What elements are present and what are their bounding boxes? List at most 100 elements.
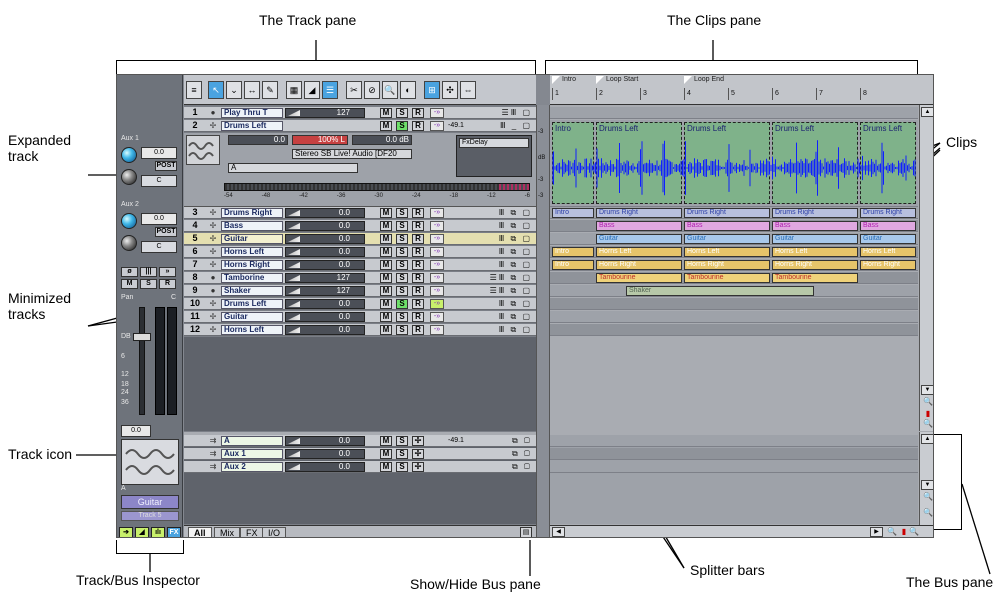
snap-icon[interactable]: ⊞: [424, 81, 440, 99]
bus-interleave-icon[interactable]: ✢: [412, 462, 424, 472]
record-button[interactable]: R: [412, 121, 424, 131]
solo-button[interactable]: S: [396, 221, 408, 231]
record-button[interactable]: R: [412, 247, 424, 257]
scrub-tool-icon[interactable]: ◐: [400, 81, 416, 99]
clip[interactable]: Horns Right: [596, 260, 682, 270]
clip[interactable]: Drums Right: [772, 208, 858, 218]
aux2-pan-knob[interactable]: [121, 235, 137, 251]
track-row[interactable]: 10 ✢ Drums Left 0.0 M S R -» Ⅲ ⧉ ▢: [184, 298, 536, 310]
track-icon[interactable]: [121, 439, 179, 485]
tab-mix[interactable]: Mix: [214, 527, 240, 537]
track-row[interactable]: 7 ✢ Horns Right 0.0 M S R -» Ⅲ ⧉ ▢: [184, 259, 536, 271]
clip[interactable]: Guitar: [596, 234, 682, 244]
clip-lane[interactable]: Tambourine Tambourine Tambourine: [550, 272, 918, 284]
clip[interactable]: Tambourine: [772, 273, 858, 283]
track-row[interactable]: 5 ✢ Guitar 0.0 M S R -» Ⅲ ⧉ ▢: [184, 233, 536, 245]
bus-vertical-scrollbar[interactable]: ▲ ▼ 🔍 🔍: [919, 432, 933, 525]
expanded-pan[interactable]: 100% L: [292, 135, 348, 145]
record-button[interactable]: R: [412, 299, 424, 309]
track-name[interactable]: Shaker: [221, 286, 283, 296]
clip[interactable]: Guitar: [772, 234, 858, 244]
crosshair-icon[interactable]: ✣: [442, 81, 458, 99]
bus-volume[interactable]: 0.0: [285, 462, 365, 472]
input-echo-icon[interactable]: -»: [430, 325, 444, 335]
record-button[interactable]: R: [412, 312, 424, 322]
bus-row[interactable]: ⇉ A 0.0 M S ✢ -49.1 ⧉ ▢: [184, 435, 536, 447]
solo-button[interactable]: S: [396, 247, 408, 257]
input-echo-icon[interactable]: -»: [430, 286, 444, 296]
clip[interactable]: Drums Right: [684, 208, 770, 218]
track-name[interactable]: Drums Right: [221, 208, 283, 218]
fx-delay[interactable]: FxDelay: [459, 138, 529, 148]
input-echo-icon[interactable]: -»: [430, 108, 444, 118]
bus-scroll-down-icon[interactable]: ▼: [921, 480, 933, 490]
track-volume[interactable]: 127: [285, 286, 365, 296]
track-row[interactable]: 1 ● Play Thru T 127 M S R -» ☰Ⅲ ▢: [184, 107, 536, 119]
record-button[interactable]: R: [412, 208, 424, 218]
bus-solo-button[interactable]: S: [396, 449, 408, 459]
track-name[interactable]: Tamborine: [221, 273, 283, 283]
scroll-up-icon[interactable]: ▲: [921, 107, 933, 117]
expanded-gain[interactable]: 0.0 dB: [352, 135, 412, 145]
clip[interactable]: Guitar: [684, 234, 770, 244]
splitter-bar[interactable]: -3 dB -3 -3: [536, 105, 550, 537]
timeline-ruler[interactable]: Intro Loop Start Loop End 1 2 3 4 5 6 7 …: [550, 75, 933, 105]
tab-fx[interactable]: FX: [240, 527, 264, 537]
bus-solo-button[interactable]: S: [396, 436, 408, 446]
clip-lane[interactable]: [550, 311, 918, 323]
solo-button[interactable]: S: [396, 234, 408, 244]
inspector-record-button[interactable]: R: [159, 279, 176, 289]
bus-lane[interactable]: [550, 448, 918, 460]
clip[interactable]: Horns Left: [596, 247, 682, 257]
bus-mute-button[interactable]: M: [380, 462, 392, 472]
show-hide-bus-pane-button[interactable]: ▤: [520, 527, 532, 537]
move-tool-icon[interactable]: ↔: [244, 81, 260, 99]
clip[interactable]: Horns Left: [860, 247, 916, 257]
mute-tool-icon[interactable]: ⊘: [364, 81, 380, 99]
track-row[interactable]: 3 ✢ Drums Right 0.0 M S R -» Ⅲ ⧉ ▢: [184, 207, 536, 219]
solo-button[interactable]: S: [396, 208, 408, 218]
solo-button[interactable]: S: [396, 312, 408, 322]
bus-row[interactable]: ⇉ Aux 2 0.0 M S ✢ ⧉ ▢: [184, 461, 536, 473]
input-echo-icon[interactable]: -»: [430, 121, 444, 131]
zoom-tool-icon[interactable]: 🔍: [382, 81, 398, 99]
bus-zoom-in-icon[interactable]: 🔍: [922, 508, 933, 518]
track-row[interactable]: 12 ✢ Horns Left 0.0 M S R -» Ⅲ ⧉ ▢: [184, 324, 536, 336]
select-tool-icon[interactable]: ↖: [208, 81, 224, 99]
bus-name[interactable]: A: [221, 436, 283, 446]
mute-button[interactable]: M: [380, 121, 392, 131]
clip[interactable]: Tambourine: [684, 273, 770, 283]
fader-handle[interactable]: [133, 333, 151, 341]
clip-lane[interactable]: Intro Horns Right Horns Right Horns Righ…: [550, 259, 918, 271]
track-row[interactable]: 8 ● Tamborine 127 M S R -» ☰Ⅲ ⧉ ▢: [184, 272, 536, 284]
input-echo-icon[interactable]: -»: [430, 247, 444, 257]
input-echo-icon[interactable]: -»: [430, 299, 444, 309]
clip-lane[interactable]: [550, 298, 918, 310]
track-volume[interactable]: 127: [285, 273, 365, 283]
bus-row[interactable]: ⇉ Aux 1 0.0 M S ✢ ⧉ ▢: [184, 448, 536, 460]
aux1-send-knob[interactable]: [121, 147, 137, 163]
clip[interactable]: Intro: [552, 260, 594, 270]
interleave-button[interactable]: |||: [140, 267, 157, 277]
aux1-post-button[interactable]: POST: [155, 161, 177, 171]
aux1-pan-knob[interactable]: [121, 169, 137, 185]
bus-mute-button[interactable]: M: [380, 449, 392, 459]
bus-volume[interactable]: 0.0: [285, 449, 365, 459]
track-name[interactable]: Horns Left: [221, 247, 283, 257]
clip[interactable]: Horns Left: [684, 247, 770, 257]
aux2-send-knob[interactable]: [121, 213, 137, 229]
inspector-mode-fader-icon[interactable]: ◢: [135, 527, 149, 537]
bus-solo-button[interactable]: S: [396, 462, 408, 472]
track-name[interactable]: Play Thru T: [221, 108, 283, 118]
clip-lane[interactable]: Shaker: [550, 285, 918, 297]
clip[interactable]: Bass: [860, 221, 916, 231]
track-volume[interactable]: 0.0: [285, 221, 365, 231]
clip-lane[interactable]: [550, 324, 918, 336]
cut-icon[interactable]: ✂: [346, 81, 362, 99]
input-echo-icon[interactable]: -»: [430, 221, 444, 231]
clip[interactable]: Drums Right: [860, 208, 916, 218]
bus-name[interactable]: Aux 1: [221, 449, 283, 459]
track-row[interactable]: 2 ✢ Drums Left M S R -» -49.1 Ⅲ _ ▢: [184, 120, 536, 132]
clip[interactable]: Intro: [552, 208, 594, 218]
clip[interactable]: Shaker: [626, 286, 814, 296]
